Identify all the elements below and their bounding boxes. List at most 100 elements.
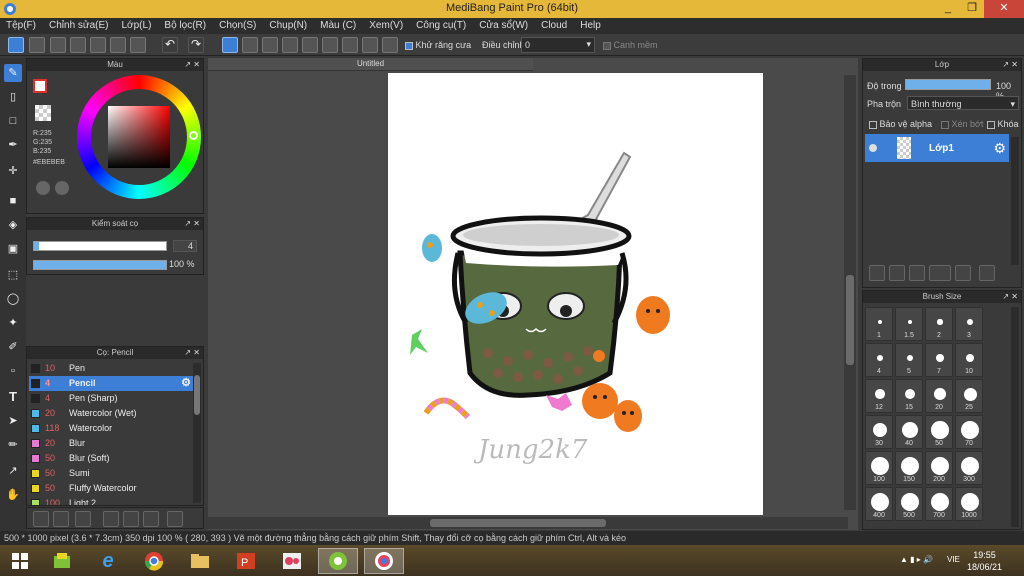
ellipse-snap-icon[interactable] — [362, 37, 378, 53]
brush-list-item[interactable]: 50 Sumi — [29, 466, 193, 481]
brush-menu-icon[interactable] — [75, 511, 91, 527]
brush-list-item[interactable]: 4 Pen (Sharp) — [29, 391, 193, 406]
menu-select[interactable]: Chọn(S) — [219, 18, 256, 34]
magic-wand-icon[interactable]: ✦ — [4, 314, 22, 332]
menu-cloud[interactable]: Cloud — [541, 18, 567, 34]
protect-alpha-toggle[interactable]: Bảo vệ alpha — [869, 119, 932, 129]
eye-icon[interactable] — [869, 144, 877, 152]
menu-edit[interactable]: Chỉnh sửa(E) — [49, 18, 109, 34]
brush-size-cell[interactable]: 20 — [925, 379, 953, 413]
document-tab[interactable]: Untitled — [208, 58, 533, 71]
edge-toggle[interactable]: Canh mềm — [603, 40, 658, 50]
cross-snap-icon[interactable] — [262, 37, 278, 53]
new-halftone-layer-icon[interactable] — [889, 265, 905, 281]
brush-copy-icon[interactable] — [103, 511, 119, 527]
gear-icon[interactable]: ⚙ — [181, 376, 191, 391]
radial-snap-icon[interactable] — [302, 37, 318, 53]
rectangle-tool-icon[interactable]: □ — [4, 112, 22, 130]
add-brush-icon[interactable] — [33, 511, 49, 527]
bucket-tool-icon[interactable]: ◈ — [4, 216, 22, 234]
palette-icon[interactable] — [36, 181, 50, 195]
antialias-toggle[interactable]: Khử răng cưa — [405, 40, 471, 50]
canvas-horizontal-scrollbar[interactable] — [208, 517, 848, 529]
brush-list-item[interactable]: 100 Light 2 — [29, 496, 193, 505]
text-tool-icon[interactable]: T — [4, 388, 22, 406]
share-icon[interactable] — [29, 37, 45, 53]
menu-help[interactable]: Help — [580, 18, 601, 34]
blend-mode-select[interactable]: Bình thường ▾ — [907, 96, 1019, 110]
snap-off-icon[interactable] — [222, 37, 238, 53]
brush-size-cell[interactable]: 4 — [865, 343, 893, 377]
menu-filter[interactable]: Bộ lọc(R) — [164, 18, 206, 34]
clock[interactable]: 19:55 18/06/21 — [967, 549, 1002, 573]
brush-size-cell[interactable]: 40 — [895, 415, 923, 449]
brush-size-cell[interactable]: 200 — [925, 451, 953, 485]
curve-snap-icon[interactable] — [342, 37, 358, 53]
fill-rect-tool-icon[interactable]: ■ — [4, 192, 22, 210]
lock-checkbox[interactable] — [987, 120, 995, 129]
powerpoint-icon[interactable]: P — [226, 548, 266, 574]
hand-tool-icon[interactable]: ✋ — [4, 486, 22, 504]
lock-toggle[interactable]: Khóa — [987, 119, 1019, 129]
brush-size-slider[interactable] — [33, 241, 167, 251]
comment-icon[interactable] — [50, 37, 66, 53]
tray-icons[interactable]: ▲ ▮ ▸ 🔊 — [900, 555, 933, 564]
transparent-swatch[interactable] — [35, 105, 51, 121]
new-brush-icon[interactable] — [53, 511, 69, 527]
protect-alpha-checkbox[interactable] — [869, 120, 877, 129]
dropper-tool-icon[interactable]: ✏ — [4, 436, 22, 454]
hue-wheel[interactable] — [77, 75, 201, 199]
menu-file[interactable]: Tệp(F) — [6, 18, 36, 34]
trash-icon[interactable] — [167, 511, 183, 527]
hue-marker[interactable] — [189, 131, 198, 140]
select-rect-tool-icon[interactable]: ⬚ — [4, 266, 22, 284]
add-layer-menu-icon[interactable] — [929, 265, 951, 281]
new-8bit-layer-icon[interactable] — [909, 265, 925, 281]
brush-size-cell[interactable]: 15 — [895, 379, 923, 413]
list-icon[interactable] — [110, 37, 126, 53]
brush-size-value[interactable]: 4 — [173, 240, 197, 252]
app-icon-flowers[interactable] — [272, 548, 312, 574]
antialias-checkbox[interactable] — [405, 41, 413, 50]
brush-size-cell[interactable]: 100 — [865, 451, 893, 485]
panel-buttons[interactable]: ↗ ✕ — [184, 59, 200, 71]
move-tool-icon[interactable]: ✛ — [4, 162, 22, 180]
menu-layer[interactable]: Lớp(L) — [122, 18, 152, 34]
menu-view[interactable]: Xem(V) — [369, 18, 403, 34]
brush-opacity-slider[interactable] — [33, 260, 167, 270]
brush-size-cell[interactable]: 700 — [925, 487, 953, 521]
palette-add-icon[interactable] — [55, 181, 69, 195]
brush-list-item[interactable]: 20 Blur — [29, 436, 193, 451]
new-layer-icon[interactable] — [869, 265, 885, 281]
saturation-value-square[interactable] — [108, 106, 170, 168]
select-pen-icon[interactable]: ✐ — [4, 338, 22, 356]
eyedropper-tool-icon[interactable]: ↗ — [4, 462, 22, 480]
brush-size-cell[interactable]: 1.5 — [895, 307, 923, 341]
brush-list-item[interactable]: 50 Blur (Soft) — [29, 451, 193, 466]
bluestacks-icon[interactable] — [42, 548, 82, 574]
maximize-button[interactable]: ❐ — [960, 0, 984, 18]
file-explorer-icon[interactable] — [180, 548, 220, 574]
edge-checkbox[interactable] — [603, 41, 611, 50]
menu-capture[interactable]: Chụp(N) — [269, 18, 307, 34]
adjust-field[interactable]: 0 ▾ — [521, 37, 595, 53]
message-icon[interactable] — [70, 37, 86, 53]
panel-buttons[interactable]: ↗ ✕ — [1002, 59, 1018, 71]
circle-snap-icon[interactable] — [322, 37, 338, 53]
document-icon[interactable] — [90, 37, 106, 53]
settings-icon[interactable] — [382, 37, 398, 53]
brush-list-item[interactable]: 118 Watercolor — [29, 421, 193, 436]
pen-tool-icon[interactable]: ✒ — [4, 136, 22, 154]
clip-toggle[interactable]: Xén bớt — [941, 119, 983, 129]
gear-icon[interactable]: ⚙ — [993, 140, 1006, 157]
grid-icon[interactable] — [130, 37, 146, 53]
menu-tools[interactable]: Công cụ(T) — [416, 18, 466, 34]
layer-opacity-slider[interactable] — [905, 79, 991, 90]
panel-buttons[interactable]: ↗ ✕ — [1002, 291, 1018, 303]
vanishing-snap-icon[interactable] — [282, 37, 298, 53]
brush-size-cell[interactable]: 1 — [865, 307, 893, 341]
gradient-tool-icon[interactable]: ▣ — [4, 240, 22, 258]
brush-list-item[interactable]: 50 Fluffy Watercolor — [29, 481, 193, 496]
panel-buttons[interactable]: ↗ ✕ — [184, 218, 200, 230]
brush-size-cell[interactable]: 50 — [925, 415, 953, 449]
